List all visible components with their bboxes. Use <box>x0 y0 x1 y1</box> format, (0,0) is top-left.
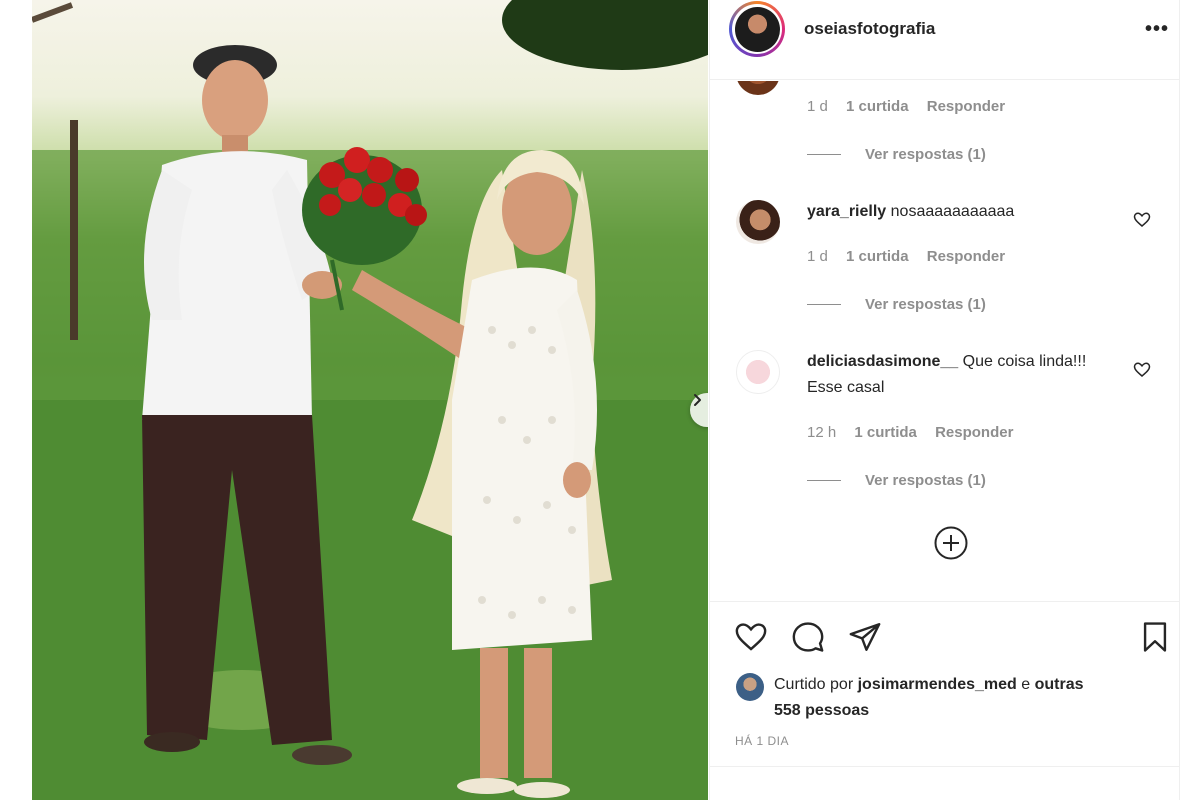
comments-list: 1 d 1 curtida Responder Ver respostas (1… <box>710 81 1180 601</box>
comment-likes[interactable]: 1 curtida <box>846 98 909 115</box>
comment-time: 12 h <box>807 424 837 441</box>
comment-avatar[interactable] <box>736 350 780 394</box>
bookmark-icon <box>1143 622 1167 652</box>
photo-illustration <box>32 0 708 800</box>
comment-like-button[interactable] <box>1133 361 1151 384</box>
reply-button[interactable]: Responder <box>927 248 1005 265</box>
comment-meta: 1 d 1 curtida Responder <box>807 248 1019 265</box>
comment-avatar[interactable] <box>736 200 780 244</box>
reply-button[interactable]: Responder <box>935 424 1013 441</box>
share-button[interactable] <box>848 620 882 659</box>
post-actions: Curtido por josimarmendes_med e outras 5… <box>710 601 1180 761</box>
comment-meta: 12 h 1 curtida Responder <box>807 424 1027 441</box>
post-side-panel: oseiasfotografia ••• 1 d 1 curtida Respo… <box>709 0 1180 800</box>
view-replies-label: Ver respostas (1) <box>865 146 986 163</box>
plus-circle-icon <box>934 526 968 560</box>
liker-avatar[interactable] <box>736 673 764 701</box>
post-photo <box>32 0 708 800</box>
liked-by-text: Curtido por josimarmendes_med e outras 5… <box>774 672 1114 724</box>
chevron-right-icon <box>694 394 701 406</box>
load-more-comments-button[interactable] <box>933 525 969 566</box>
comment-likes[interactable]: 1 curtida <box>846 248 909 265</box>
liked-by-prefix: Curtido por <box>774 676 854 693</box>
comment-avatar[interactable] <box>736 81 780 95</box>
liked-by-connector: e <box>1021 676 1031 693</box>
add-comment-bar[interactable] <box>710 766 1180 800</box>
heart-icon <box>1133 362 1151 377</box>
view-replies-button[interactable]: Ver respostas (1) <box>807 146 986 163</box>
like-button[interactable] <box>734 620 768 659</box>
view-replies-button[interactable]: Ver respostas (1) <box>807 296 986 313</box>
comment-text-block: deliciasdasimone__ Que coisa linda!!! Es… <box>807 349 1107 401</box>
comment-text-block: yara_rielly nosaaaaaaaaaaa <box>807 199 1107 225</box>
comment-username[interactable]: yara_rielly <box>807 203 886 220</box>
comment-time: 1 d <box>807 98 828 115</box>
comment-time: 1 d <box>807 248 828 265</box>
heart-icon <box>1133 212 1151 227</box>
save-button[interactable] <box>1138 620 1172 659</box>
comment-likes[interactable]: 1 curtida <box>854 424 917 441</box>
comment-meta: 1 d 1 curtida Responder <box>807 98 1019 115</box>
heart-icon <box>735 623 767 651</box>
comment-text: nosaaaaaaaaaaa <box>890 203 1015 220</box>
reply-button[interactable]: Responder <box>927 98 1005 115</box>
view-replies-label: Ver respostas (1) <box>865 472 986 489</box>
page-edge <box>1179 0 1200 800</box>
post-date: HÁ 1 DIA <box>735 734 790 748</box>
more-options-button[interactable]: ••• <box>1145 18 1169 41</box>
post-header: oseiasfotografia ••• <box>710 0 1180 80</box>
view-replies-button[interactable]: Ver respostas (1) <box>807 472 986 489</box>
comment-like-button[interactable] <box>1133 211 1151 234</box>
comment-icon <box>792 622 824 652</box>
view-replies-label: Ver respostas (1) <box>865 296 986 313</box>
comment-button[interactable] <box>791 620 825 659</box>
paper-plane-icon <box>849 623 881 651</box>
liked-by-user[interactable]: josimarmendes_med <box>858 676 1017 693</box>
profile-avatar[interactable] <box>729 1 785 57</box>
post-username[interactable]: oseiasfotografia <box>804 19 935 39</box>
comment-username[interactable]: deliciasdasimone__ <box>807 353 958 370</box>
